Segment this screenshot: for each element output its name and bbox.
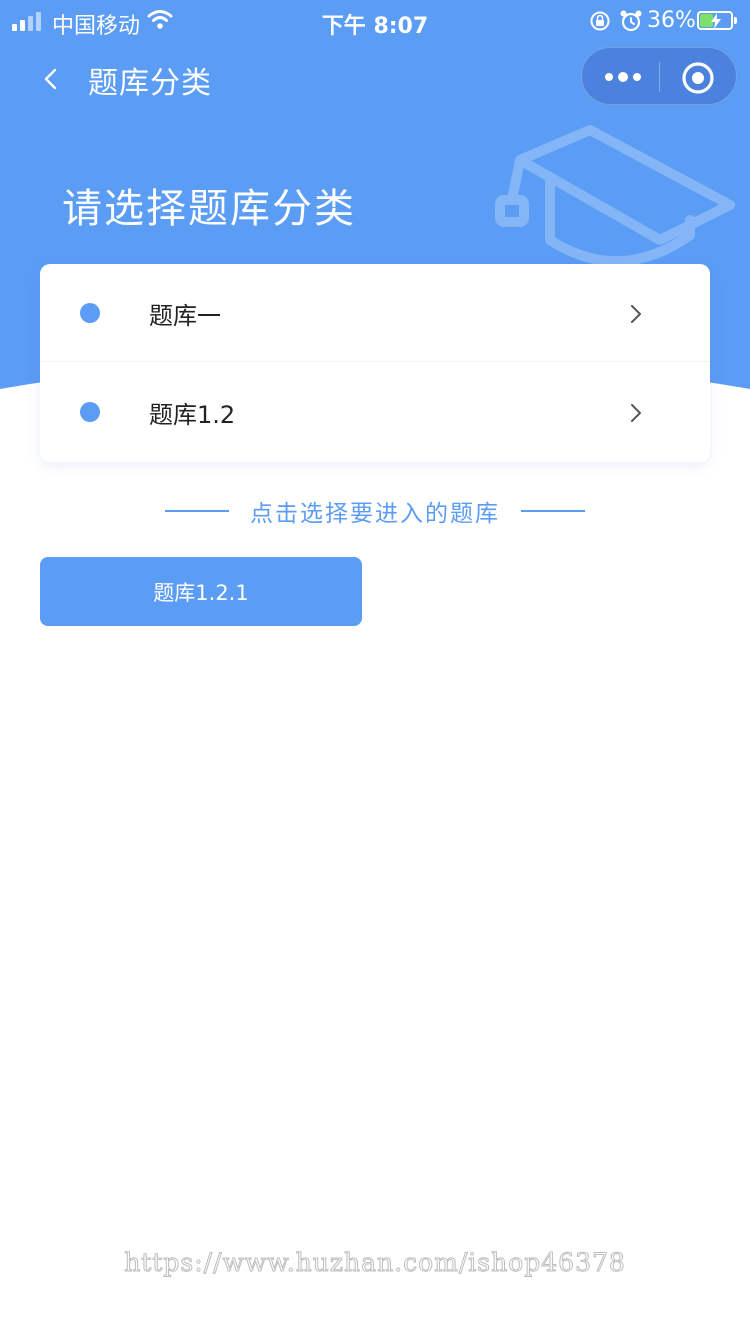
alarm-clock-icon <box>620 10 642 32</box>
chevron-right-icon <box>631 404 641 422</box>
sub-category-button[interactable]: 题库1.2.1 <box>40 557 362 626</box>
nav-title: 题库分类 <box>88 66 212 101</box>
bullet-dot-icon <box>80 402 100 422</box>
chevron-right-icon <box>631 305 641 323</box>
category-item[interactable]: 题库1.2 <box>40 363 710 461</box>
capsule-divider <box>659 62 660 92</box>
hint-divider-right <box>521 510 585 512</box>
category-label: 题库1.2 <box>149 401 236 429</box>
status-bar: 中国移动 下午 8:07 36% <box>0 0 750 42</box>
bullet-dot-icon <box>80 303 100 323</box>
chevron-left-icon <box>44 68 57 90</box>
back-button[interactable] <box>36 58 76 102</box>
more-dots-icon <box>605 73 613 81</box>
close-button[interactable] <box>680 60 716 96</box>
page-heading: 请选择题库分类 <box>62 186 356 232</box>
category-label: 题库一 <box>149 302 221 330</box>
watermark-text: https://www.huzhan.com/ishop46378 <box>124 1248 626 1278</box>
hint-text: 点击选择要进入的题库 <box>250 501 500 527</box>
category-item[interactable]: 题库一 <box>40 264 710 362</box>
charging-battery-icon <box>697 11 737 30</box>
select-hint: 点击选择要进入的题库 <box>0 494 750 528</box>
category-list: 题库一 题库1.2 <box>40 264 710 462</box>
more-button[interactable] <box>596 60 650 94</box>
rotation-lock-icon <box>590 11 610 31</box>
mini-program-capsule <box>581 47 737 105</box>
battery-percent: 36% <box>647 8 696 33</box>
